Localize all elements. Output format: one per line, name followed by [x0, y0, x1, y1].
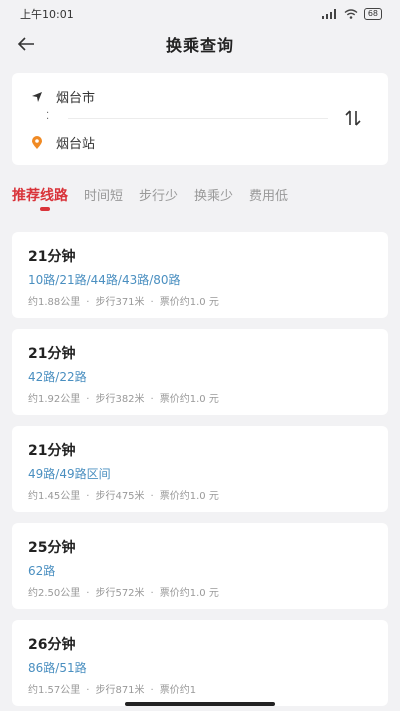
duration: 25分钟 — [28, 540, 76, 556]
tab-recommended[interactable]: 推荐线路 — [12, 185, 68, 205]
bus-lines: 86路/51路 — [28, 661, 87, 675]
route-result-card[interactable]: 21分钟 49路/49路区间 约1.45公里 · 步行475米 · 票价约1.0 元 — [12, 426, 388, 512]
route-meta: 约2.50公里 · 步行572米 · 票价约1.0 元 — [28, 588, 219, 599]
fare: 票价约1 — [159, 685, 197, 696]
fare: 票价约1.0 元 — [159, 588, 219, 599]
tab-shortest-time[interactable]: 时间短 — [84, 185, 123, 204]
route-meta: 约1.45公里 · 步行475米 · 票价约1.0 元 — [28, 491, 219, 502]
wifi-icon — [344, 9, 358, 19]
route-dots: · · — [46, 108, 50, 125]
duration: 21分钟 — [28, 249, 76, 265]
walk-distance: 步行572米 — [95, 588, 145, 599]
page-title: 换乘查询 — [165, 36, 234, 55]
nav-bar: 换乘查询 — [0, 28, 400, 60]
walk-distance: 步行382米 — [95, 394, 145, 405]
route-divider — [68, 118, 328, 119]
start-location-text: 烟台市 — [56, 91, 96, 106]
sort-tabs: 推荐线路 时间短 步行少 换乘少 费用低 — [12, 185, 388, 215]
home-indicator[interactable] — [125, 702, 275, 706]
duration: 21分钟 — [28, 443, 76, 459]
status-time: 上午10:01 — [20, 8, 74, 21]
bus-lines: 62路 — [28, 564, 56, 578]
bus-lines: 42路/22路 — [28, 370, 87, 384]
tab-indicator — [40, 207, 50, 211]
walk-distance: 步行371米 — [95, 297, 145, 308]
walk-distance: 步行871米 — [95, 685, 145, 696]
tab-fewest-transfers[interactable]: 换乘少 — [194, 185, 233, 204]
navigation-arrow-icon — [30, 90, 44, 104]
duration: 26分钟 — [28, 637, 76, 653]
route-result-card[interactable]: 21分钟 42路/22路 约1.92公里 · 步行382米 · 票价约1.0 元 — [12, 329, 388, 415]
back-arrow-icon[interactable] — [14, 32, 38, 56]
route-meta: 约1.92公里 · 步行382米 · 票价约1.0 元 — [28, 394, 219, 405]
status-bar: 上午10:01 68 — [0, 0, 400, 28]
distance: 约1.92公里 — [28, 394, 81, 405]
fare: 票价约1.0 元 — [159, 394, 219, 405]
walk-distance: 步行475米 — [95, 491, 145, 502]
end-location-field[interactable]: 烟台站 — [30, 133, 95, 152]
route-meta: 约1.57公里 · 步行871米 · 票价约1 — [28, 685, 197, 696]
distance: 约1.88公里 — [28, 297, 81, 308]
route-result-card[interactable]: 26分钟 86路/51路 约1.57公里 · 步行871米 · 票价约1 — [12, 620, 388, 706]
distance: 约1.57公里 — [28, 685, 81, 696]
swap-icon[interactable] — [342, 107, 364, 129]
signal-icon — [321, 9, 338, 19]
tab-lowest-fare[interactable]: 费用低 — [249, 185, 288, 204]
end-location-text: 烟台站 — [56, 137, 96, 152]
bus-lines: 10路/21路/44路/43路/80路 — [28, 273, 181, 287]
location-pin-icon — [30, 135, 44, 150]
status-icons: 68 — [321, 8, 382, 20]
battery-icon: 68 — [363, 8, 382, 20]
distance: 约2.50公里 — [28, 588, 81, 599]
fare: 票价约1.0 元 — [159, 297, 219, 308]
distance: 约1.45公里 — [28, 491, 81, 502]
route-card: 烟台市 · · 烟台站 — [12, 73, 388, 165]
duration: 21分钟 — [28, 346, 76, 362]
tab-least-walking[interactable]: 步行少 — [139, 185, 178, 204]
start-location-field[interactable]: 烟台市 — [30, 87, 95, 106]
bus-lines: 49路/49路区间 — [28, 467, 111, 481]
fare: 票价约1.0 元 — [159, 491, 219, 502]
route-result-card[interactable]: 25分钟 62路 约2.50公里 · 步行572米 · 票价约1.0 元 — [12, 523, 388, 609]
route-meta: 约1.88公里 · 步行371米 · 票价约1.0 元 — [28, 297, 219, 308]
route-result-card[interactable]: 21分钟 10路/21路/44路/43路/80路 约1.88公里 · 步行371米 ·… — [12, 232, 388, 318]
